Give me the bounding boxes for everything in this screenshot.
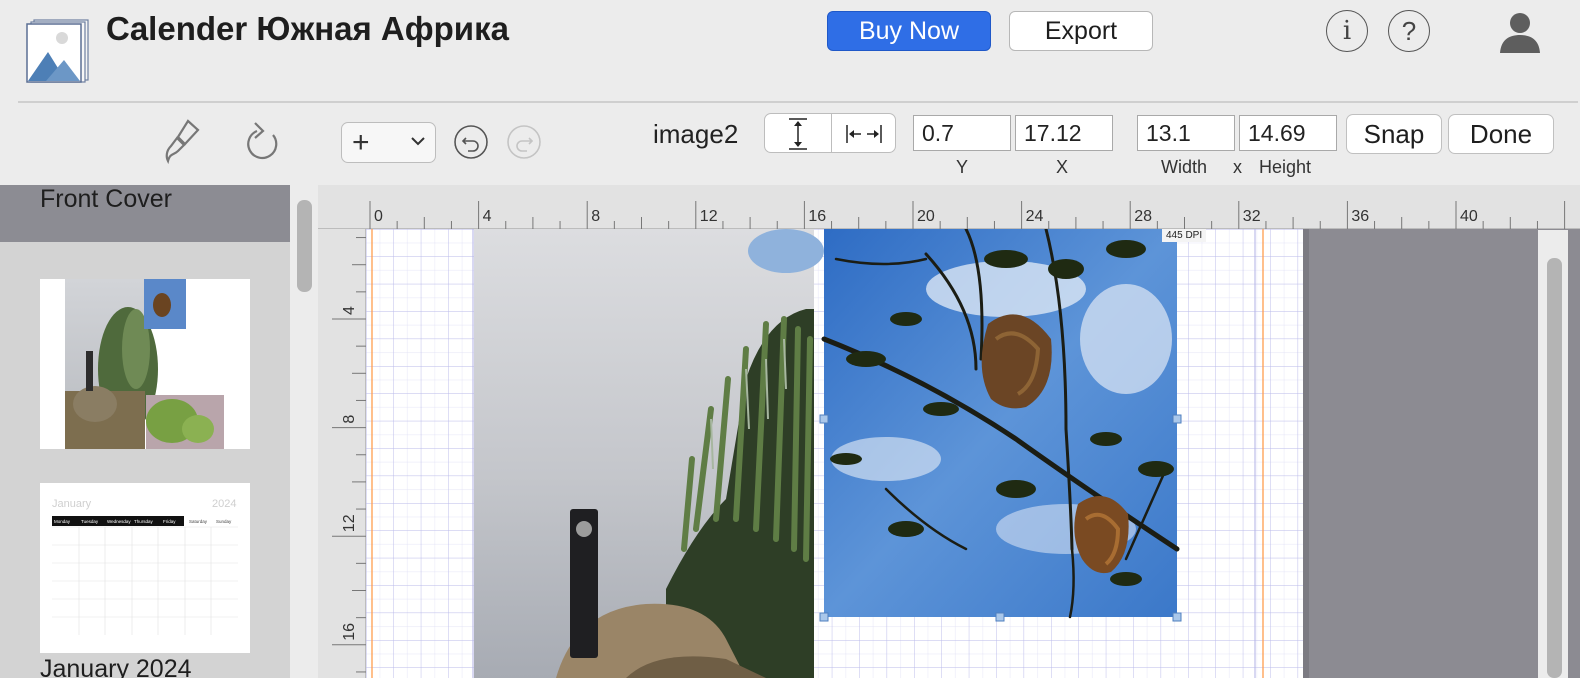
buy-now-button[interactable]: Buy Now [827,11,991,51]
undo-button[interactable] [454,125,488,159]
dpi-badge: 445 DPI [1162,229,1207,242]
redo-icon [516,137,534,152]
toolbar: + image2 0.7 17.12 13.1 14.69 Y X Width … [0,103,1580,183]
document-title: Calender Южная Африка [106,10,509,47]
ruler-label: 36 [1351,208,1369,225]
export-button[interactable]: Export [1009,11,1153,51]
y-position-field[interactable]: 0.7 [913,115,1011,151]
ruler-label: 0 [374,208,383,225]
refresh-icon[interactable] [243,119,283,165]
svg-text:Saturday: Saturday [189,519,208,524]
plus-icon: + [352,126,370,159]
january-thumbnail[interactable]: January 2024 Monday Tuesday Wednesday Thurs… [40,483,250,653]
thumb-year: 2024 [212,498,236,510]
horizontal-ruler: 0 4 8 12 16 20 24 28 32 36 40 [318,185,1580,229]
y-label: Y [956,157,969,177]
sidebar-scrollbar[interactable] [297,200,312,292]
ruler-label: 16 [808,208,826,225]
ruler-label: 8 [341,415,358,424]
done-button[interactable]: Done [1448,114,1554,154]
selected-element-name: image2 [653,119,739,149]
horizontal-ruler-scale: 0 4 8 12 16 20 24 28 32 36 40 [369,201,1566,229]
help-button[interactable]: ? [1388,10,1430,52]
width-field[interactable]: 13.1 [1137,115,1235,151]
ruler-label: 12 [700,208,718,225]
svg-text:Thursday: Thursday [134,519,154,524]
svg-text:Friday: Friday [163,519,176,524]
undo-icon [461,137,479,152]
page-edge [1303,229,1309,678]
front-cover-preview [65,279,224,449]
snap-button[interactable]: Snap [1346,114,1442,154]
ruler-label: 40 [1460,208,1478,225]
sidebar-item-label: Front Cover [40,185,172,213]
fit-width-icon[interactable] [845,122,883,146]
ruler-label: 32 [1243,208,1261,225]
height-field[interactable]: 14.69 [1239,115,1337,151]
user-account-icon[interactable] [1497,9,1543,55]
segment-divider [831,114,832,152]
ruler-label: 28 [1134,208,1152,225]
vertical-ruler: 4 8 12 16 [318,229,366,678]
svg-text:Tuesday: Tuesday [81,519,99,524]
paintbrush-icon[interactable] [160,117,206,165]
redo-button[interactable] [507,125,541,159]
chevron-down-icon [411,137,425,146]
page-content [366,229,1303,678]
ruler-label: 8 [591,208,600,225]
height-label: Height [1259,157,1312,177]
ruler-label: 20 [917,208,935,225]
ruler-label: 24 [1026,208,1044,225]
january-calendar-preview: January 2024 Monday Tuesday Wednesday Thurs… [52,498,238,635]
svg-text:Wednesday: Wednesday [107,519,131,524]
x-position-field[interactable]: 17.12 [1015,115,1113,151]
canvas-area: 0 4 8 12 16 20 24 28 32 36 40 4 8 12 16 [318,185,1580,678]
ruler-label: 4 [483,208,492,225]
vertical-ruler-scale: 4 8 12 16 [332,237,366,673]
info-button[interactable]: i [1326,10,1368,52]
header: Calender Южная Африка Buy Now Export i ? [0,0,1580,103]
cactus-photo [474,229,824,678]
thumb-month: January [52,498,92,510]
ruler-label: 4 [341,306,358,315]
fit-segmented-control [764,113,896,153]
help-icon: ? [1401,15,1417,46]
app-window: Calender Южная Африка Buy Now Export i ?… [0,0,1580,678]
canvas-scrollbar[interactable] [1547,258,1562,678]
width-label: Width [1161,157,1208,177]
add-element-dropdown[interactable]: + [341,122,436,163]
ruler-label: 16 [341,623,358,641]
page-sidebar: Front Cover January 2024 Monday Tuesday … [0,185,290,678]
app-photo-icon [26,19,89,83]
calendar-page[interactable]: 445 DPI [366,229,1303,678]
weaver-nests-photo [819,229,1182,622]
x-label: X [1056,157,1069,177]
dimension-separator: x [1233,157,1242,177]
sidebar-item-label: January 2024 [40,655,192,678]
ruler-label: 12 [341,514,358,532]
svg-text:Sunday: Sunday [216,519,232,524]
front-cover-thumbnail[interactable] [40,279,250,449]
svg-text:Monday: Monday [54,519,71,524]
info-icon: i [1342,16,1352,46]
fit-height-icon[interactable] [785,117,811,151]
